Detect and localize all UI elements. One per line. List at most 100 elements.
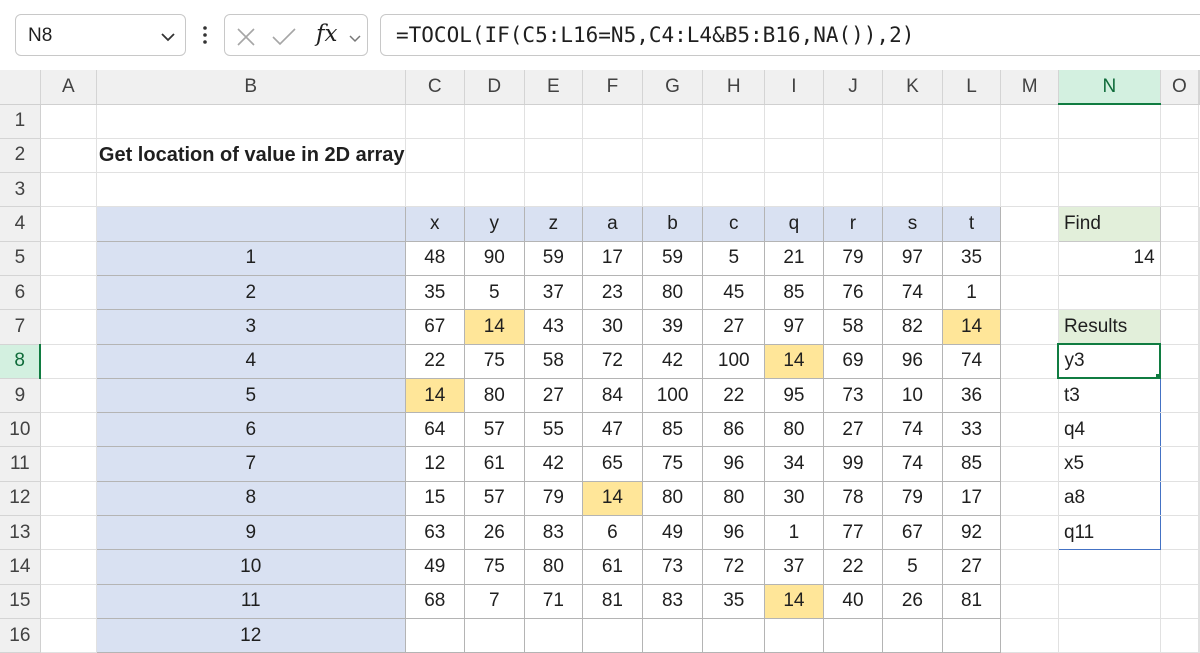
table-cell[interactable]: 49 xyxy=(641,515,704,551)
table-cell[interactable]: 69 xyxy=(822,343,884,379)
table-cell[interactable]: 86 xyxy=(702,412,766,448)
table-cell[interactable]: 58 xyxy=(822,309,884,345)
table-cell[interactable]: 96 xyxy=(882,343,943,379)
column-header-e[interactable]: E xyxy=(524,70,584,105)
table-cell[interactable]: 7 xyxy=(464,583,525,619)
table-cell-highlighted[interactable]: 14 xyxy=(764,583,824,619)
table-cell[interactable]: 61 xyxy=(582,549,643,585)
table-cell[interactable] xyxy=(702,617,766,653)
table-row-label[interactable]: 4 xyxy=(95,343,406,379)
table-cell[interactable]: 57 xyxy=(464,480,525,517)
table-cell[interactable]: 5 xyxy=(464,274,525,311)
vertical-dots-icon[interactable] xyxy=(203,26,207,49)
table-cell[interactable]: 74 xyxy=(882,446,943,482)
table-cell[interactable]: 75 xyxy=(464,549,525,585)
table-cell[interactable]: 34 xyxy=(764,446,824,482)
column-header-m[interactable]: M xyxy=(1000,70,1059,105)
row-header[interactable]: 16 xyxy=(0,618,41,653)
table-cell[interactable] xyxy=(882,617,943,653)
table-cell[interactable] xyxy=(582,617,643,653)
table-cell[interactable]: 77 xyxy=(822,515,884,551)
table-cell[interactable]: 74 xyxy=(941,343,1002,379)
column-header-b[interactable]: B xyxy=(96,70,406,105)
table-row-label[interactable]: 5 xyxy=(95,377,406,414)
result-cell[interactable]: t3 xyxy=(1057,378,1161,414)
find-label[interactable]: Find xyxy=(1057,206,1161,242)
table-row-label[interactable]: 2 xyxy=(95,274,406,311)
table-row-label[interactable]: 3 xyxy=(95,309,406,345)
table-row-label[interactable]: 1 xyxy=(95,240,406,276)
row-header[interactable]: 9 xyxy=(0,378,41,414)
table-cell[interactable]: 42 xyxy=(523,446,584,482)
table-cell[interactable]: 26 xyxy=(464,515,525,551)
table-cell[interactable]: 100 xyxy=(702,343,766,379)
table-column-header[interactable]: x xyxy=(404,206,466,242)
column-header-o[interactable]: O xyxy=(1160,70,1200,105)
table-cell[interactable]: 82 xyxy=(882,309,943,345)
table-cell[interactable]: 85 xyxy=(764,274,824,311)
table-cell[interactable]: 45 xyxy=(702,274,766,311)
table-cell[interactable]: 1 xyxy=(764,515,824,551)
table-cell[interactable] xyxy=(404,617,466,653)
table-cell[interactable] xyxy=(941,617,1002,653)
select-all-corner[interactable] xyxy=(0,70,41,105)
table-cell[interactable]: 97 xyxy=(764,309,824,345)
table-cell[interactable]: 48 xyxy=(404,240,466,276)
table-column-header[interactable]: t xyxy=(941,206,1002,242)
chevron-down-icon[interactable] xyxy=(161,29,175,47)
table-cell[interactable]: 30 xyxy=(764,480,824,517)
table-cell[interactable]: 22 xyxy=(702,377,766,414)
table-cell-highlighted[interactable]: 14 xyxy=(582,480,643,517)
table-row-label[interactable]: 11 xyxy=(95,583,406,619)
table-cell[interactable]: 80 xyxy=(523,549,584,585)
table-cell[interactable]: 79 xyxy=(822,240,884,276)
table-cell[interactable] xyxy=(641,617,704,653)
column-header-g[interactable]: G xyxy=(642,70,704,105)
table-cell[interactable]: 99 xyxy=(822,446,884,482)
table-cell[interactable]: 96 xyxy=(702,446,766,482)
table-cell[interactable]: 92 xyxy=(941,515,1002,551)
column-header-a[interactable]: A xyxy=(40,70,97,105)
table-cell[interactable]: 84 xyxy=(582,377,643,414)
table-cell-highlighted[interactable]: 14 xyxy=(464,309,525,345)
table-cell[interactable]: 36 xyxy=(941,377,1002,414)
column-header-n[interactable]: N xyxy=(1058,70,1161,105)
table-cell[interactable]: 67 xyxy=(404,309,466,345)
table-cell[interactable]: 81 xyxy=(582,583,643,619)
table-cell[interactable] xyxy=(822,617,884,653)
table-cell[interactable]: 72 xyxy=(702,549,766,585)
table-cell[interactable]: 79 xyxy=(882,480,943,517)
result-cell-active[interactable]: y3 xyxy=(1057,343,1162,380)
table-cell[interactable]: 35 xyxy=(941,240,1002,276)
table-cell[interactable]: 67 xyxy=(882,515,943,551)
table-cell[interactable]: 10 xyxy=(882,377,943,414)
table-cell[interactable]: 63 xyxy=(404,515,466,551)
table-cell[interactable] xyxy=(464,617,525,653)
table-cell[interactable]: 78 xyxy=(822,480,884,517)
row-header[interactable]: 4 xyxy=(0,206,41,242)
formula-input[interactable]: =TOCOL(IF(C5:L16=N5,C4:L4&B5:B16,NA()),2… xyxy=(380,14,1200,56)
table-cell[interactable]: 5 xyxy=(882,549,943,585)
table-cell[interactable] xyxy=(523,617,584,653)
table-cell[interactable]: 27 xyxy=(523,377,584,414)
table-cell[interactable]: 80 xyxy=(641,274,704,311)
table-cell[interactable]: 97 xyxy=(882,240,943,276)
find-value-input[interactable]: 14 xyxy=(1057,240,1161,276)
table-row-label[interactable]: 12 xyxy=(95,617,406,653)
column-header-l[interactable]: L xyxy=(942,70,1002,105)
table-column-header[interactable]: q xyxy=(764,206,824,242)
table-cell[interactable]: 55 xyxy=(523,412,584,448)
table-cell[interactable]: 37 xyxy=(764,549,824,585)
table-cell[interactable]: 59 xyxy=(523,240,584,276)
table-cell[interactable]: 79 xyxy=(523,480,584,517)
result-cell[interactable]: q11 xyxy=(1057,515,1161,551)
close-icon[interactable] xyxy=(235,26,257,53)
table-cell[interactable]: 17 xyxy=(941,480,1002,517)
table-row-label[interactable]: 10 xyxy=(95,549,406,585)
page-title[interactable]: Get location of value in 2D array xyxy=(96,138,406,174)
table-column-header[interactable]: b xyxy=(641,206,704,242)
row-header[interactable]: 8 xyxy=(0,344,42,379)
table-cell[interactable]: 33 xyxy=(941,412,1002,448)
table-cell[interactable]: 49 xyxy=(404,549,466,585)
table-corner-cell[interactable] xyxy=(95,206,406,242)
